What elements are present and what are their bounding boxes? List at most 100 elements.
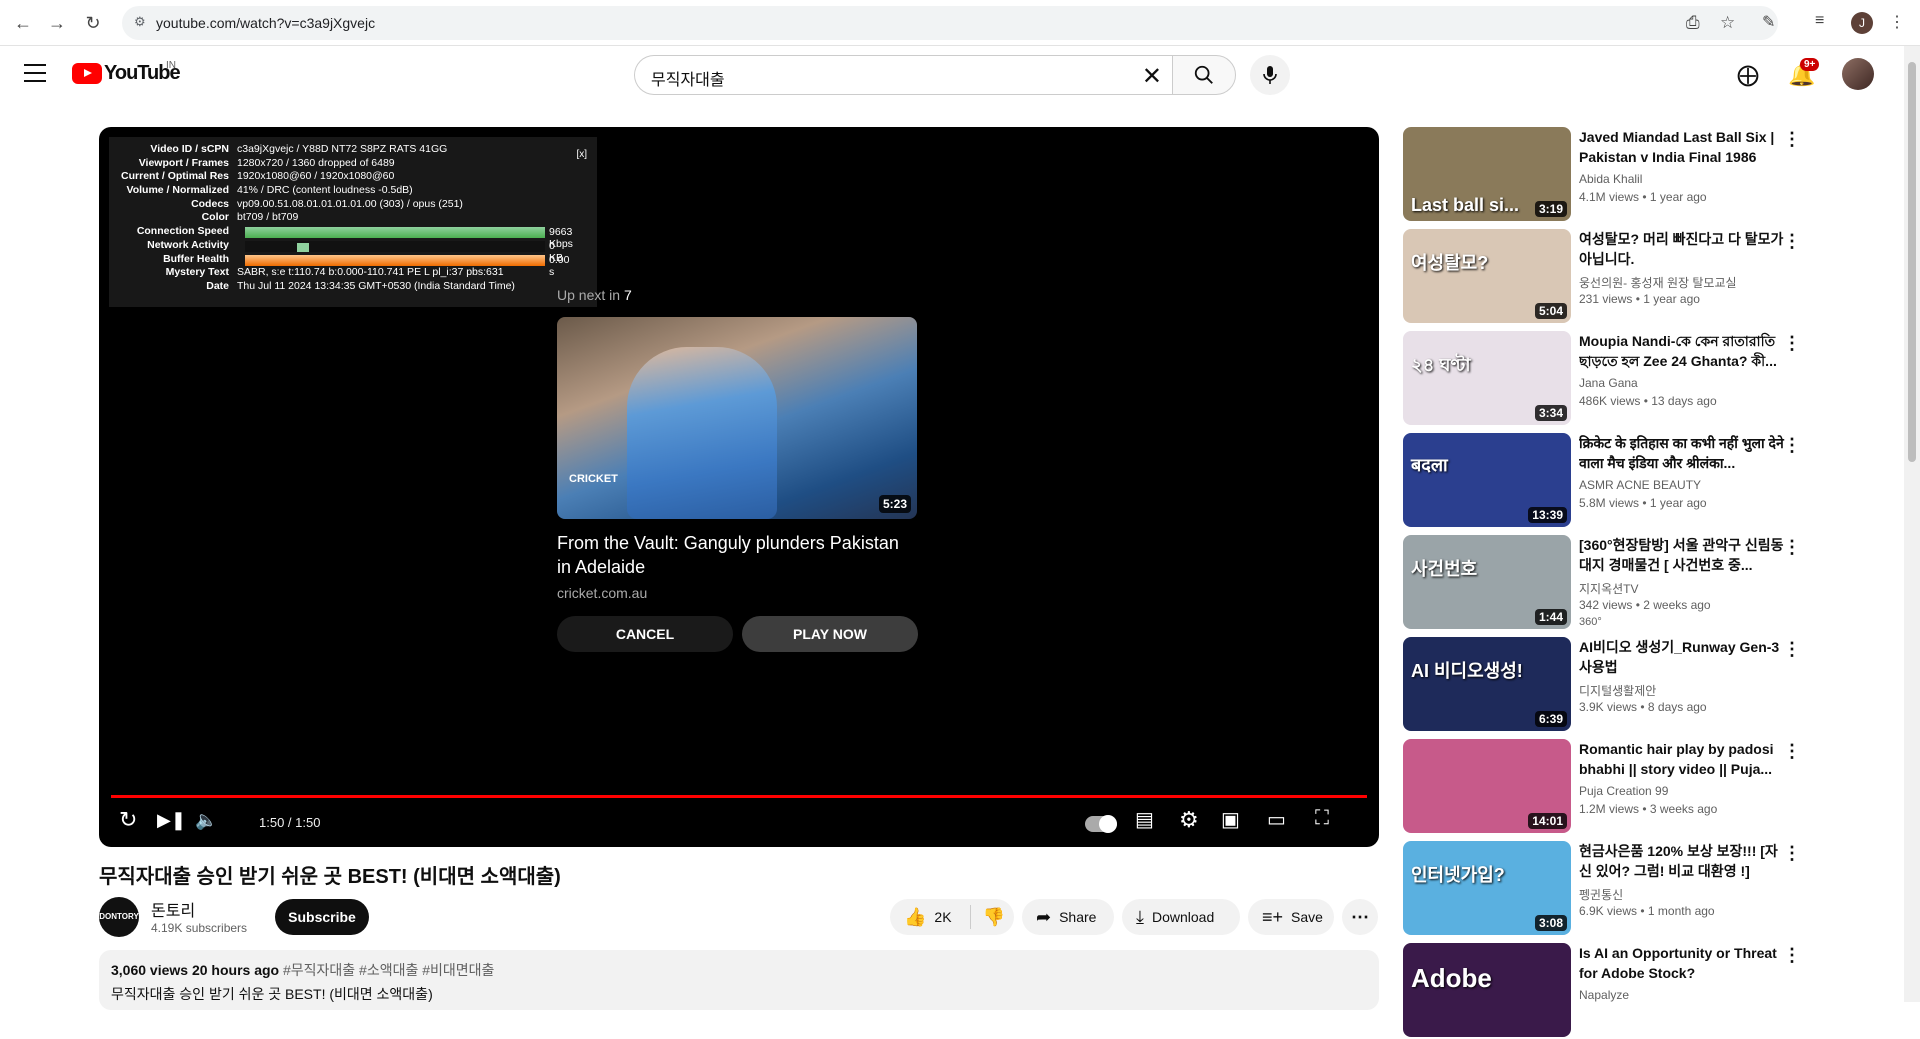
save-button[interactable]: ≡+ Save [1248, 899, 1334, 935]
recommended-video[interactable]: 사건번호 1:44 [360°현장탐방] 서울 관악구 신림동 대지 경매물건 [ … [1403, 535, 1903, 631]
miniplayer-icon[interactable]: ▣ [1221, 807, 1240, 832]
more-options-icon[interactable]: ⋮ [1783, 231, 1801, 252]
channel-name[interactable]: 디지털생활제안 [1579, 682, 1656, 699]
channel-name[interactable]: Napalyze [1579, 988, 1629, 1002]
video-title[interactable]: 여성탈모? 머리 빠진다고 다 탈모가 아닙니다. [1579, 229, 1789, 269]
channel-name[interactable]: 돈토리 [151, 897, 195, 921]
more-options-icon[interactable]: ⋮ [1783, 333, 1801, 354]
fullscreen-icon[interactable]: ⛶ [1315, 807, 1329, 830]
settings-gear-icon[interactable]: ⚙ [1179, 807, 1199, 833]
theater-mode-icon[interactable]: ▭ [1267, 807, 1286, 832]
video-thumbnail[interactable]: 인터넷가입? 3:08 [1403, 841, 1571, 935]
video-title[interactable]: 현금사은품 120% 보상 보장!!! [자신 있어? 그럼! 비교 대환영 !… [1579, 841, 1789, 881]
more-options-icon[interactable]: ⋮ [1783, 129, 1801, 150]
recommended-video[interactable]: 14:01 Romantic hair play by padosi bhabhi… [1403, 739, 1903, 835]
stats-row: Codecs vp09.00.51.08.01.01.01.01.00 (303)… [117, 198, 589, 212]
more-options-icon[interactable]: ⋮ [1783, 843, 1801, 864]
forward-icon[interactable]: → [44, 10, 70, 36]
recommended-video[interactable]: Last ball si... 3:19 Javed Miandad Last Ba… [1403, 127, 1903, 223]
video-title[interactable]: क्रिकेट के इतिहास का कभी नहीं भुला देने … [1579, 433, 1789, 473]
video-title[interactable]: Moupia Nandi-কে কেন রাতারাতি ছাড়তে হল Z… [1579, 331, 1789, 371]
video-title[interactable]: AI비디오 생성기_Runway Gen-3 사용법 [1579, 637, 1789, 677]
stats-close-button[interactable]: [x] [576, 149, 587, 160]
more-options-icon[interactable]: ⋮ [1783, 639, 1801, 660]
subscribe-button[interactable]: Subscribe [275, 899, 369, 935]
url-text[interactable]: youtube.com/watch?v=c3a9jXgvejc [156, 15, 375, 31]
volume-icon[interactable]: 🔈 [195, 810, 217, 831]
menu-kebab-icon[interactable]: ⋮ [1889, 12, 1905, 32]
profile-avatar[interactable]: J [1851, 12, 1873, 34]
more-options-icon[interactable]: ⋮ [1783, 435, 1801, 456]
voice-search-button[interactable] [1250, 55, 1290, 95]
scrollbar-thumb[interactable] [1908, 62, 1916, 462]
video-title: 무직자대출 승인 받기 쉬운 곳 BEST! (비대면 소액대출) [99, 866, 561, 888]
channel-name[interactable]: Abida Khalil [1579, 172, 1642, 186]
reload-icon[interactable]: ↻ [80, 10, 106, 36]
next-video-icon[interactable]: ▶❚ [157, 810, 186, 831]
recommended-video[interactable]: बदला 13:39 क्रिकेट के इतिहास का कभी नहीं भ… [1403, 433, 1903, 529]
search-button[interactable] [1172, 55, 1236, 95]
channel-name[interactable]: Puja Creation 99 [1579, 784, 1668, 798]
autoplay-toggle[interactable] [1085, 815, 1117, 833]
hamburger-menu-icon[interactable] [24, 64, 46, 82]
account-avatar[interactable] [1842, 58, 1874, 90]
more-options-icon[interactable]: ⋮ [1783, 945, 1801, 966]
search-box[interactable]: 무직자대출 ✕ [634, 55, 1172, 95]
video-title[interactable]: [360°현장탐방] 서울 관악구 신림동 대지 경매물건 [ 사건번호 중..… [1579, 535, 1789, 575]
play-now-button[interactable]: PLAY NOW [742, 616, 918, 652]
search-input[interactable]: 무직자대출 [651, 66, 725, 90]
cancel-autoplay-button[interactable]: CANCEL [557, 616, 733, 652]
video-thumbnail[interactable]: ২৪ ঘণ্টা 3:34 [1403, 331, 1571, 425]
video-thumbnail[interactable]: Adobe [1403, 943, 1571, 1037]
reading-list-icon[interactable]: ≡ [1815, 12, 1824, 30]
hashtags[interactable]: #무직자대출 #소액대출 #비대면대출 [283, 962, 494, 978]
clear-search-icon[interactable]: ✕ [1142, 62, 1162, 91]
replay-icon[interactable]: ↻ [119, 807, 137, 833]
recommended-video[interactable]: 인터넷가입? 3:08 현금사은품 120% 보상 보장!!! [자신 있어? 그럼… [1403, 841, 1903, 937]
extensions-icon[interactable]: ✎ [1762, 12, 1775, 32]
more-actions-button[interactable]: ⋯ [1342, 899, 1378, 935]
channel-name[interactable]: 웅선의원- 홍성재 원장 탈모교실 [1579, 274, 1737, 291]
subtitles-icon[interactable]: ▤ [1135, 807, 1154, 832]
recommended-video[interactable]: AI 비디오생성! 6:39 AI비디오 생성기_Runway Gen-3 사용법디… [1403, 637, 1903, 733]
video-thumbnail[interactable]: 여성탈모? 5:04 [1403, 229, 1571, 323]
video-thumbnail[interactable]: 14:01 [1403, 739, 1571, 833]
recommended-video[interactable]: ২৪ ঘণ্টা 3:34 Moupia Nandi-কে কেন রাতারাতি… [1403, 331, 1903, 427]
channel-name[interactable]: 펭귄통신 [1579, 886, 1623, 903]
video-thumbnail[interactable]: बदला 13:39 [1403, 433, 1571, 527]
like-count[interactable]: 2K [934, 909, 951, 925]
up-next-thumbnail[interactable]: CRICKET 5:23 [557, 317, 917, 519]
bookmark-star-icon[interactable]: ☆ [1720, 13, 1735, 33]
more-options-icon[interactable]: ⋮ [1783, 741, 1801, 762]
address-bar[interactable]: ⚙ youtube.com/watch?v=c3a9jXgvejc ⎙ ☆ [122, 6, 1778, 40]
download-button[interactable]: ⤓ Download [1122, 899, 1240, 935]
site-info-icon[interactable]: ⚙ [134, 14, 146, 30]
channel-name[interactable]: ASMR ACNE BEAUTY [1579, 478, 1701, 492]
up-next-title[interactable]: From the Vault: Ganguly plunders Pakista… [557, 531, 917, 579]
video-title[interactable]: Is AI an Opportunity or Threat for Adobe… [1579, 943, 1789, 983]
video-title[interactable]: Javed Miandad Last Ball Six | Pakistan v… [1579, 127, 1789, 167]
share-button[interactable]: ➦ Share [1022, 899, 1114, 935]
channel-name[interactable]: 지지옥션TV [1579, 580, 1639, 597]
channel-avatar[interactable]: DONTORY [99, 897, 139, 937]
create-video-icon[interactable]: ⨁ [1737, 62, 1759, 88]
install-app-icon[interactable]: ⎙ [1686, 13, 1700, 33]
description-box[interactable]: 3,060 views 20 hours ago #무직자대출 #소액대출 #비… [99, 950, 1379, 1010]
more-options-icon[interactable]: ⋮ [1783, 537, 1801, 558]
stats-row: Color bt709 / bt709 [117, 211, 589, 225]
video-thumbnail[interactable]: AI 비디오생성! 6:39 [1403, 637, 1571, 731]
video-thumbnail[interactable]: 사건번호 1:44 [1403, 535, 1571, 629]
youtube-logo[interactable]: YouTube IN [72, 60, 181, 85]
recommended-video[interactable]: Adobe Is AI an Opportunity or Threat for … [1403, 943, 1903, 1039]
channel-name[interactable]: Jana Gana [1579, 376, 1638, 390]
video-meta: 231 views • 1 year ago [1579, 292, 1700, 306]
dislike-icon[interactable]: 👎 [983, 907, 1005, 928]
like-icon[interactable]: 👍 [904, 907, 926, 928]
recommended-video[interactable]: 여성탈모? 5:04 여성탈모? 머리 빠진다고 다 탈모가 아닙니다. 웅선의원- … [1403, 229, 1903, 325]
video-thumbnail[interactable]: Last ball si... 3:19 [1403, 127, 1571, 221]
video-title[interactable]: Romantic hair play by padosi bhabhi || s… [1579, 739, 1789, 779]
progress-bar[interactable] [111, 795, 1367, 798]
stats-value: 1280x720 / 1360 dropped of 6489 [237, 156, 395, 169]
video-player[interactable]: Video ID / sCPN c3a9jXgvejc / Y88D NT72 S… [99, 127, 1379, 847]
back-icon[interactable]: ← [10, 10, 36, 36]
